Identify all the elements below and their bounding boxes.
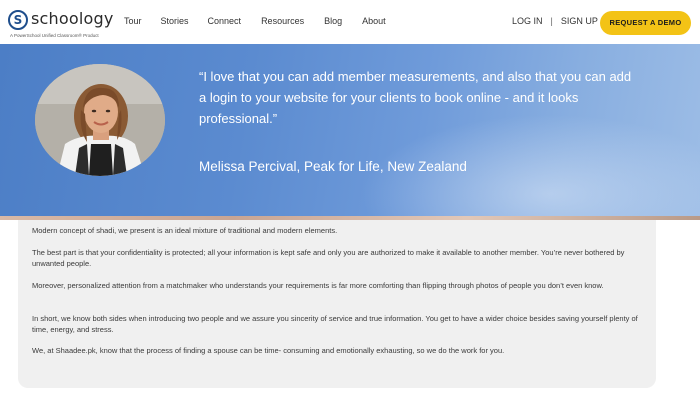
testimonial-avatar (35, 64, 165, 176)
request-demo-button[interactable]: REQUEST A DEMO (600, 11, 691, 35)
testimonial-quote: “I love that you can add member measurem… (199, 69, 632, 126)
nav-blog[interactable]: Blog (324, 16, 342, 26)
content-paragraph: The best part is that your confidentiali… (32, 248, 625, 268)
site-header: S schoology A PowerSchool Unified Classr… (0, 0, 700, 44)
testimonial-banner: “I love that you can add member measurem… (0, 44, 700, 220)
avatar-portrait (35, 64, 165, 176)
schoology-logo[interactable]: S schoology A PowerSchool Unified Classr… (8, 8, 113, 40)
signup-link[interactable]: SIGN UP (561, 16, 598, 26)
content-card: Modern concept of shadi, we present is a… (18, 220, 656, 388)
logo-wordmark: schoology (31, 9, 114, 28)
testimonial-attribution: Melissa Percival, Peak for Life, New Zea… (199, 159, 467, 174)
nav-about[interactable]: About (362, 16, 386, 26)
content-paragraph: In short, we know both sides when introd… (32, 314, 638, 334)
auth-separator: | (550, 16, 553, 26)
nav-connect[interactable]: Connect (208, 16, 242, 26)
nav-tour[interactable]: Tour (124, 16, 142, 26)
logo-tagline: A PowerSchool Unified Classroom® Product (10, 33, 99, 38)
nav-stories[interactable]: Stories (161, 16, 189, 26)
main-nav: Tour Stories Connect Resources Blog Abou… (124, 16, 406, 26)
logo-s-icon: S (8, 10, 28, 30)
nav-resources[interactable]: Resources (261, 16, 304, 26)
content-paragraph: Moreover, personalized attention from a … (32, 281, 604, 290)
content-paragraph: Modern concept of shadi, we present is a… (32, 226, 338, 235)
content-paragraph: We, at Shaadee.pk, know that the process… (32, 346, 505, 355)
auth-links: LOG IN | SIGN UP (512, 16, 598, 26)
login-link[interactable]: LOG IN (512, 16, 543, 26)
